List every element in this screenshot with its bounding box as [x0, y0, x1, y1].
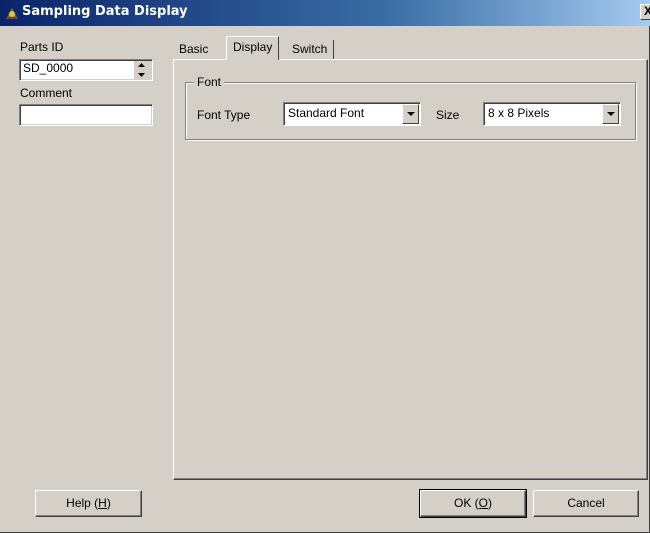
- tab-display-label: Display: [233, 40, 273, 54]
- tab-switch[interactable]: Switch: [286, 40, 335, 59]
- help-button-hotkey: H: [98, 496, 107, 510]
- spin-down-icon[interactable]: [134, 70, 151, 79]
- chevron-down-icon[interactable]: [602, 104, 619, 124]
- cancel-button[interactable]: Cancel: [533, 490, 639, 517]
- font-type-select[interactable]: Standard Font: [283, 102, 421, 126]
- ok-button-close: ): [488, 496, 492, 510]
- size-label: Size: [436, 108, 460, 122]
- close-button[interactable]: X: [640, 4, 650, 20]
- tab-display[interactable]: Display: [226, 36, 280, 60]
- size-value: 8 x 8 Pixels: [488, 106, 550, 120]
- parts-id-label: Parts ID: [20, 40, 64, 54]
- font-group-caption: Font: [194, 75, 225, 89]
- tab-basic[interactable]: Basic: [173, 40, 214, 59]
- help-button-close: ): [106, 496, 111, 510]
- ok-button-text: OK (: [453, 496, 479, 510]
- chevron-down-icon[interactable]: [402, 104, 419, 124]
- spin-up-icon[interactable]: [134, 61, 151, 70]
- comment-label: Comment: [20, 86, 73, 100]
- size-select[interactable]: 8 x 8 Pixels: [483, 102, 621, 126]
- window-title: Sampling Data Display: [22, 4, 188, 19]
- app-icon: [4, 5, 20, 21]
- parts-id-value: SD_0000: [23, 61, 74, 75]
- help-button-text: Help (: [66, 496, 99, 510]
- font-type-label: Font Type: [197, 108, 251, 122]
- ok-button[interactable]: OK (O): [419, 489, 527, 518]
- title-bar[interactable]: Sampling Data Display X: [0, 0, 650, 26]
- dialog-window: Sampling Data Display X Parts ID SD_0000…: [0, 0, 650, 533]
- comment-input[interactable]: [19, 104, 153, 126]
- parts-id-input[interactable]: SD_0000: [19, 59, 153, 81]
- tab-basic-label: Basic: [179, 42, 209, 56]
- help-button[interactable]: Help (H): [35, 490, 142, 517]
- ok-button-hotkey: O: [478, 496, 488, 510]
- parts-id-spinner[interactable]: [134, 61, 151, 79]
- tab-switch-label: Switch: [292, 42, 328, 56]
- font-type-value: Standard Font: [288, 106, 365, 120]
